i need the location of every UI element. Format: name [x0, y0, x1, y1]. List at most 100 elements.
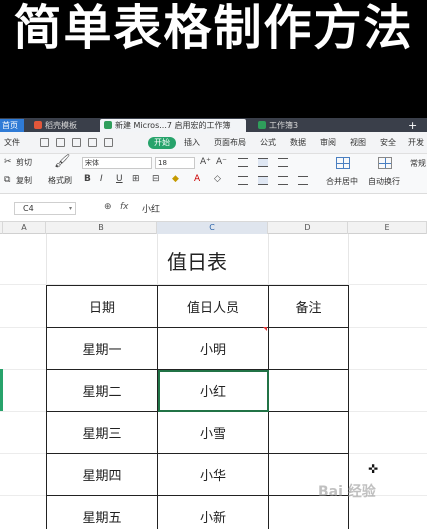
bold-button[interactable]: B [84, 174, 91, 185]
tab-macro-workbook[interactable]: 新建 Micros...7 启用宏的工作簿 [100, 119, 246, 132]
column-header-e[interactable]: E [348, 222, 427, 234]
cell-notes[interactable] [268, 411, 349, 454]
menu-review[interactable]: 审阅 [320, 137, 336, 149]
table-row: 星期三 小雪 [46, 411, 349, 454]
copy-icon[interactable]: ⧉ [4, 175, 10, 186]
format-painter-icon[interactable]: 🖌 [54, 155, 71, 168]
menu-home[interactable]: 开始 [148, 137, 176, 149]
font-size-select[interactable]: 18 [155, 157, 195, 169]
video-title-banner: 简单表格制作方法 [0, 0, 427, 118]
tab-docer-templates[interactable]: 稻壳模板 [30, 119, 96, 132]
format-painter-button[interactable]: 格式刷 [48, 176, 72, 186]
preview-icon[interactable] [88, 138, 97, 147]
redo-icon[interactable] [104, 138, 113, 147]
cell-day[interactable]: 星期四 [46, 453, 158, 496]
menu-data[interactable]: 数据 [290, 137, 306, 149]
italic-button[interactable]: I [100, 174, 103, 185]
cell-person[interactable]: 小新 [157, 495, 269, 529]
fx-button[interactable]: fx [120, 202, 129, 212]
align-right-icon[interactable] [278, 176, 288, 185]
new-tab-button[interactable]: + [408, 119, 420, 132]
cell-person[interactable]: 小雪 [157, 411, 269, 454]
number-format-select[interactable]: 常规 [410, 159, 426, 169]
menu-file[interactable]: 文件 [4, 137, 20, 149]
menu-view[interactable]: 视图 [350, 137, 366, 149]
column-header-b[interactable]: B [46, 222, 157, 234]
cell-day[interactable]: 星期二 [46, 369, 158, 412]
name-box[interactable]: C4 ▾ [14, 202, 76, 215]
merge-center-icon[interactable] [336, 157, 350, 169]
cell-day[interactable]: 星期一 [46, 327, 158, 370]
menu-developer[interactable]: 开发 [408, 137, 424, 149]
menu-insert[interactable]: 插入 [184, 137, 200, 149]
header-date[interactable]: 日期 [46, 285, 158, 328]
align-top-icon[interactable] [238, 158, 248, 167]
cell-day[interactable]: 星期五 [46, 495, 158, 529]
cell-person[interactable]: 小华 [157, 453, 269, 496]
align-center-icon[interactable] [258, 176, 268, 185]
column-header-d[interactable]: D [268, 222, 348, 234]
align-left-icon[interactable] [238, 176, 248, 185]
row-header-selected[interactable] [0, 369, 3, 411]
formula-input[interactable]: 小红 [142, 202, 160, 215]
spreadsheet-icon [258, 121, 266, 129]
spreadsheet-icon [104, 121, 112, 129]
header-person[interactable]: 值日人员 [157, 285, 269, 328]
clear-format-icon[interactable]: ◇ [214, 174, 221, 185]
align-bottom-icon[interactable] [278, 158, 288, 167]
formula-bar: C4 ▾ ⊕ fx 小红 [0, 194, 427, 222]
column-headers: A B C D E [0, 222, 427, 234]
ribbon-toolbar: ✂ 剪切 ⧉ 复制 🖌 格式刷 宋体 18 A⁺ A⁻ B I U ⊞ ⊟ ◆ … [0, 154, 427, 194]
tab-workbook3[interactable]: 工作簿3 [254, 119, 314, 132]
header-notes[interactable]: 备注 [268, 285, 349, 328]
tab-label: 稻壳模板 [45, 121, 77, 130]
print-icon[interactable] [72, 138, 81, 147]
justify-icon[interactable] [298, 176, 308, 185]
grow-font-icon[interactable]: A⁺ [200, 157, 211, 168]
font-name-select[interactable]: 宋体 [82, 157, 152, 169]
border-icon[interactable]: ⊞ [132, 174, 140, 185]
font-color-icon[interactable]: A [194, 174, 200, 185]
duty-table: 日期 值日人员 备注 星期一 小明 星期二 小红 星期三 小雪 星期四 小华 星… [46, 285, 349, 529]
merge-icon[interactable]: ⊟ [152, 174, 160, 185]
cell-notes[interactable] [268, 327, 349, 370]
table-row: 星期五 小新 [46, 495, 349, 529]
cell-notes[interactable] [268, 369, 349, 412]
cell-day[interactable]: 星期三 [46, 411, 158, 454]
worksheet-grid[interactable]: 值日表 日期 值日人员 备注 星期一 小明 星期二 小红 星期三 小雪 星期四 … [0, 234, 427, 529]
tab-home[interactable]: 首页 [0, 119, 24, 132]
menu-page-layout[interactable]: 页面布局 [214, 137, 246, 149]
table-header-row: 日期 值日人员 备注 [46, 285, 349, 328]
shrink-font-icon[interactable]: A⁻ [216, 157, 227, 168]
wrap-text-button[interactable]: 自动换行 [368, 177, 400, 187]
column-header-c[interactable]: C [157, 222, 268, 234]
search-icon[interactable]: ⊕ [104, 202, 112, 212]
scissors-icon[interactable]: ✂ [4, 157, 12, 168]
undo-icon[interactable] [56, 138, 65, 147]
comment-indicator-icon[interactable] [263, 327, 267, 331]
underline-button[interactable]: U [116, 174, 123, 185]
sheet-title[interactable]: 值日表 [46, 246, 348, 275]
copy-button[interactable]: 复制 [16, 176, 32, 186]
merge-center-button[interactable]: 合并居中 [326, 177, 358, 187]
cell-cursor-icon: ✜ [368, 462, 379, 476]
tab-label: 工作簿3 [269, 121, 299, 130]
wrap-text-icon[interactable] [378, 157, 392, 169]
table-row: 星期二 小红 [46, 369, 349, 412]
cell-person[interactable]: 小明 [157, 327, 269, 370]
cut-button[interactable]: 剪切 [16, 158, 32, 168]
menu-formulas[interactable]: 公式 [260, 137, 276, 149]
cell-person-selected[interactable]: 小红 [157, 369, 269, 412]
cell-reference: C4 [23, 204, 34, 213]
docer-icon [34, 121, 42, 129]
chevron-down-icon: ▾ [68, 205, 72, 212]
column-header-a[interactable]: A [3, 222, 46, 234]
tab-bar: 首页 稻壳模板 新建 Micros...7 启用宏的工作簿 工作簿3 + [0, 118, 427, 132]
align-middle-icon[interactable] [258, 158, 268, 167]
table-row: 星期一 小明 [46, 327, 349, 370]
menu-security[interactable]: 安全 [380, 137, 396, 149]
menu-bar: 文件 开始 插入 页面布局 公式 数据 审阅 视图 安全 开发 [0, 132, 427, 154]
table-row: 星期四 小华 [46, 453, 349, 496]
save-icon[interactable] [40, 138, 49, 147]
fill-color-icon[interactable]: ◆ [172, 174, 179, 185]
